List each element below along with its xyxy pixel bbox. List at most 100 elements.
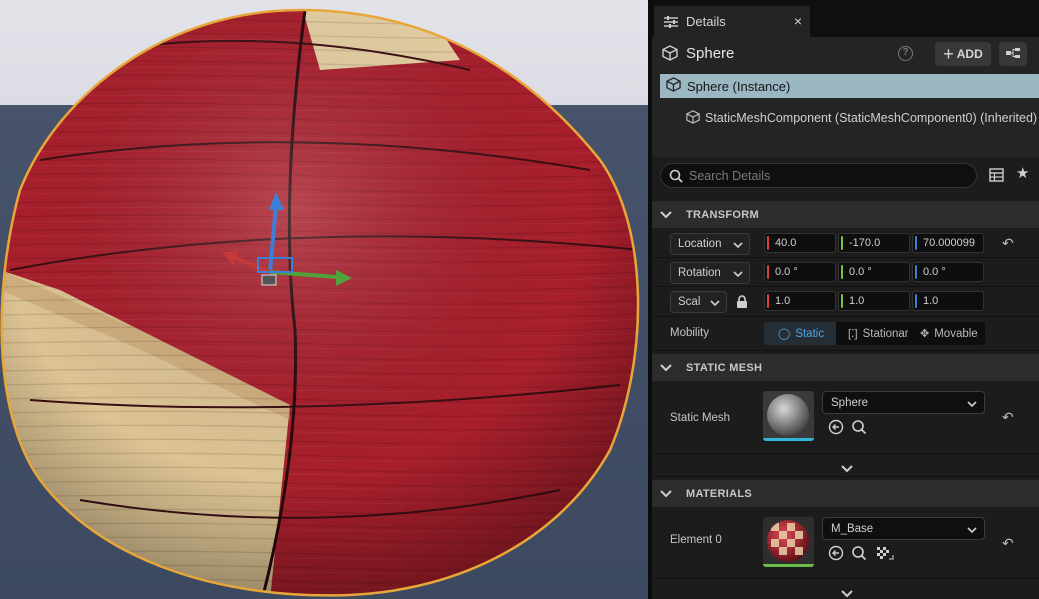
find-icon[interactable] bbox=[851, 419, 867, 438]
actor-header: Sphere ? + ADD Sphere (Instance) StaticM… bbox=[652, 37, 1039, 157]
checker-icon[interactable] bbox=[876, 545, 894, 564]
movable-icon: ✥ bbox=[920, 328, 930, 340]
component-child-label: StaticMeshComponent (StaticMeshComponent… bbox=[705, 111, 1038, 125]
mobility-movable-option[interactable]: ✥ Movable bbox=[908, 322, 985, 345]
rotation-label: Rotation bbox=[678, 267, 721, 279]
browse-arrow-icon[interactable] bbox=[828, 419, 844, 438]
close-icon[interactable]: × bbox=[794, 13, 802, 29]
material-value: M_Base bbox=[831, 522, 874, 535]
tab-details[interactable]: Details × bbox=[654, 6, 810, 37]
static-mesh-advanced-toggle[interactable] bbox=[652, 455, 1039, 477]
location-x-field[interactable]: 40.0 bbox=[764, 233, 836, 253]
rotation-y-field[interactable]: 0.0 ° bbox=[838, 262, 910, 282]
location-label: Location bbox=[678, 238, 722, 250]
chevron-down-icon bbox=[967, 399, 977, 411]
scale-y-field[interactable]: 1.0 bbox=[838, 291, 910, 311]
star-icon[interactable]: ★ bbox=[1016, 164, 1029, 182]
category-transform[interactable]: TRANSFORM bbox=[652, 201, 1039, 228]
material-element-row: Element 0 M_Base ↶ bbox=[652, 508, 1039, 579]
category-transform-title: TRANSFORM bbox=[686, 208, 759, 221]
details-icon bbox=[663, 15, 679, 29]
mobility-static-label: Static bbox=[795, 327, 825, 340]
mobility-selector: ◯ Static [⁚] Stationary ✥ Movable bbox=[764, 322, 985, 345]
static-mesh-thumbnail[interactable] bbox=[763, 391, 814, 441]
mobility-label: Mobility bbox=[670, 327, 709, 339]
search-row: ★ bbox=[652, 157, 1039, 200]
sphere-mesh[interactable] bbox=[0, 0, 648, 599]
static-mesh-label: Static Mesh bbox=[670, 412, 731, 424]
material-thumbnail[interactable] bbox=[763, 517, 814, 567]
scale-row: Scal 1.0 1.0 1.0 bbox=[652, 287, 1039, 317]
rotation-y-value: 0.0 ° bbox=[849, 266, 872, 278]
materials-advanced-toggle[interactable] bbox=[652, 580, 1039, 599]
rotation-z-field[interactable]: 0.0 ° bbox=[912, 262, 984, 282]
mobility-row: Mobility ◯ Static [⁚] Stationary ✥ Movable bbox=[652, 317, 1039, 351]
browse-arrow-icon[interactable] bbox=[828, 545, 844, 564]
find-icon[interactable] bbox=[851, 545, 867, 564]
component-tree-selected[interactable]: Sphere (Instance) bbox=[660, 74, 1039, 98]
static-mesh-row: Static Mesh Sphere ↶ bbox=[652, 382, 1039, 454]
blueprint-icon bbox=[1005, 47, 1021, 62]
static-icon: ◯ bbox=[778, 328, 791, 340]
rotation-row: Rotation 0.0 ° 0.0 ° 0.0 ° bbox=[652, 258, 1039, 287]
scale-dropdown[interactable]: Scal bbox=[670, 291, 727, 313]
mobility-stationary-option[interactable]: [⁚] Stationary bbox=[836, 322, 908, 345]
table-view-icon[interactable] bbox=[989, 168, 1004, 185]
location-dropdown[interactable]: Location bbox=[670, 233, 750, 255]
scale-z-value: 1.0 bbox=[923, 295, 939, 307]
chevron-down-icon bbox=[660, 489, 676, 498]
mesh-component-icon bbox=[686, 109, 700, 127]
chevron-down-icon bbox=[660, 363, 676, 372]
tab-details-label: Details bbox=[686, 14, 726, 29]
blueprint-button[interactable] bbox=[999, 42, 1027, 66]
component-tree-child[interactable]: StaticMeshComponent (StaticMeshComponent… bbox=[686, 107, 1039, 129]
add-component-button[interactable]: + ADD bbox=[935, 42, 991, 66]
scale-z-field[interactable]: 1.0 bbox=[912, 291, 984, 311]
tab-bar: Details × bbox=[652, 0, 1039, 37]
viewport-scene bbox=[0, 0, 648, 599]
chevron-down-icon bbox=[967, 525, 977, 537]
help-icon[interactable]: ? bbox=[898, 46, 913, 61]
location-z-field[interactable]: 70.000099 bbox=[912, 233, 984, 253]
chevron-down-icon bbox=[733, 240, 743, 252]
rotation-x-field[interactable]: 0.0 ° bbox=[764, 262, 836, 282]
category-materials-title: MATERIALS bbox=[686, 487, 753, 500]
category-static-mesh[interactable]: STATIC MESH bbox=[652, 354, 1039, 381]
chevron-down-icon bbox=[841, 587, 853, 599]
search-input[interactable] bbox=[689, 168, 959, 183]
static-mesh-picker[interactable]: Sphere bbox=[822, 391, 985, 414]
plus-icon: + bbox=[943, 44, 954, 64]
scale-x-value: 1.0 bbox=[775, 295, 791, 307]
stationary-icon: [⁚] bbox=[848, 328, 858, 340]
scale-label: Scal bbox=[678, 296, 701, 308]
material-picker[interactable]: M_Base bbox=[822, 517, 985, 540]
chevron-down-icon bbox=[841, 462, 853, 476]
details-panel: Details × Sphere ? + ADD Sphere (Instanc… bbox=[652, 0, 1039, 599]
lock-icon[interactable] bbox=[736, 295, 748, 312]
mobility-static-option[interactable]: ◯ Static bbox=[764, 322, 836, 345]
location-y-value: -170.0 bbox=[849, 237, 881, 249]
level-viewport[interactable] bbox=[0, 0, 648, 599]
reset-arrow-icon[interactable]: ↶ bbox=[1002, 535, 1014, 552]
location-y-field[interactable]: -170.0 bbox=[838, 233, 910, 253]
actor-name[interactable]: Sphere bbox=[686, 45, 734, 62]
mobility-stationary-label: Stationary bbox=[862, 327, 908, 340]
mobility-movable-label: Movable bbox=[934, 327, 978, 340]
material-element-label: Element 0 bbox=[670, 534, 722, 546]
chevron-down-icon bbox=[660, 210, 676, 219]
reset-arrow-icon[interactable]: ↶ bbox=[1002, 235, 1014, 252]
scale-x-field[interactable]: 1.0 bbox=[764, 291, 836, 311]
location-x-value: 40.0 bbox=[775, 237, 797, 249]
component-selected-label: Sphere (Instance) bbox=[687, 78, 791, 94]
rotation-z-value: 0.0 ° bbox=[923, 266, 946, 278]
chevron-down-icon bbox=[710, 298, 720, 310]
rotation-x-value: 0.0 ° bbox=[775, 266, 798, 278]
chevron-down-icon bbox=[733, 269, 743, 281]
search-box[interactable] bbox=[660, 163, 977, 188]
reset-arrow-icon[interactable]: ↶ bbox=[1002, 409, 1014, 426]
category-materials[interactable]: MATERIALS bbox=[652, 480, 1039, 507]
actor-cube-icon bbox=[666, 77, 681, 95]
category-static-mesh-title: STATIC MESH bbox=[686, 361, 763, 374]
search-icon bbox=[669, 169, 683, 183]
rotation-dropdown[interactable]: Rotation bbox=[670, 262, 750, 284]
